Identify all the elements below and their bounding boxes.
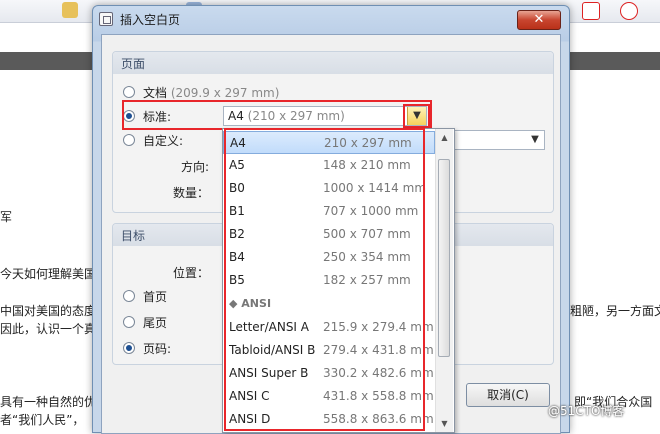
folder-icon[interactable] [62, 2, 78, 18]
standard-option-highlight [122, 100, 432, 130]
cloud-tool-icon[interactable] [620, 2, 638, 20]
doc-text-line: 粗陋，另一方面文 [570, 304, 660, 318]
doc-text-line: 中国对美国的态度 [0, 304, 97, 318]
scrollbar-thumb[interactable] [438, 159, 450, 357]
doc-text-line: 者“我们人民”， [0, 413, 85, 427]
dialog-titlebar[interactable]: 插入空白页 ✕ [93, 6, 569, 32]
page-number-label[interactable]: 页码: [143, 340, 171, 357]
window-icon [99, 12, 113, 26]
doc-text-line: 具有一种自然的优 [0, 395, 97, 409]
page-group-label: 页面 [121, 57, 146, 71]
last-page-radio[interactable] [123, 316, 135, 328]
doc-text-line: 因此，认识一个真 [0, 322, 97, 336]
dropdown-button-highlight [403, 104, 430, 128]
chevron-down-icon[interactable]: ▼ [526, 131, 544, 149]
doc-size-detail: (209.9 x 297 mm) [170, 86, 280, 100]
last-page-label[interactable]: 尾页 [143, 314, 167, 331]
page-number-radio[interactable] [123, 342, 135, 354]
page-group-header: 页面 [113, 52, 553, 74]
scroll-down-icon[interactable]: ▼ [436, 415, 453, 432]
watermark: @51CTO博客 [548, 404, 625, 418]
cancel-button[interactable]: 取消(C) [466, 383, 550, 407]
rectangle-tool-icon[interactable] [582, 2, 600, 20]
first-page-radio[interactable] [123, 290, 135, 302]
custom-size-radio[interactable] [123, 134, 135, 146]
scroll-up-icon[interactable]: ▲ [436, 129, 453, 146]
doc-size-text: 文档 [143, 86, 168, 100]
orientation-label: 方向: [181, 160, 210, 174]
target-group-label: 目标 [121, 229, 146, 243]
doc-text-line: 军 [0, 210, 13, 224]
doc-text-line: 今天如何理解美国 [0, 267, 97, 281]
dropdown-list-highlight [224, 128, 425, 431]
doc-size-label[interactable]: 文档 (209.9 x 297 mm) [143, 84, 279, 101]
custom-size-label[interactable]: 自定义: [143, 132, 183, 149]
first-page-label[interactable]: 首页 [143, 288, 167, 305]
page-count-label: 数量： [173, 186, 210, 200]
dropdown-scrollbar[interactable]: ▲ ▼ [435, 129, 453, 432]
doc-size-radio[interactable] [123, 86, 135, 98]
position-label: 位置： [173, 266, 210, 280]
close-button[interactable]: ✕ [517, 10, 561, 30]
dialog-title: 插入空白页 [120, 13, 181, 27]
